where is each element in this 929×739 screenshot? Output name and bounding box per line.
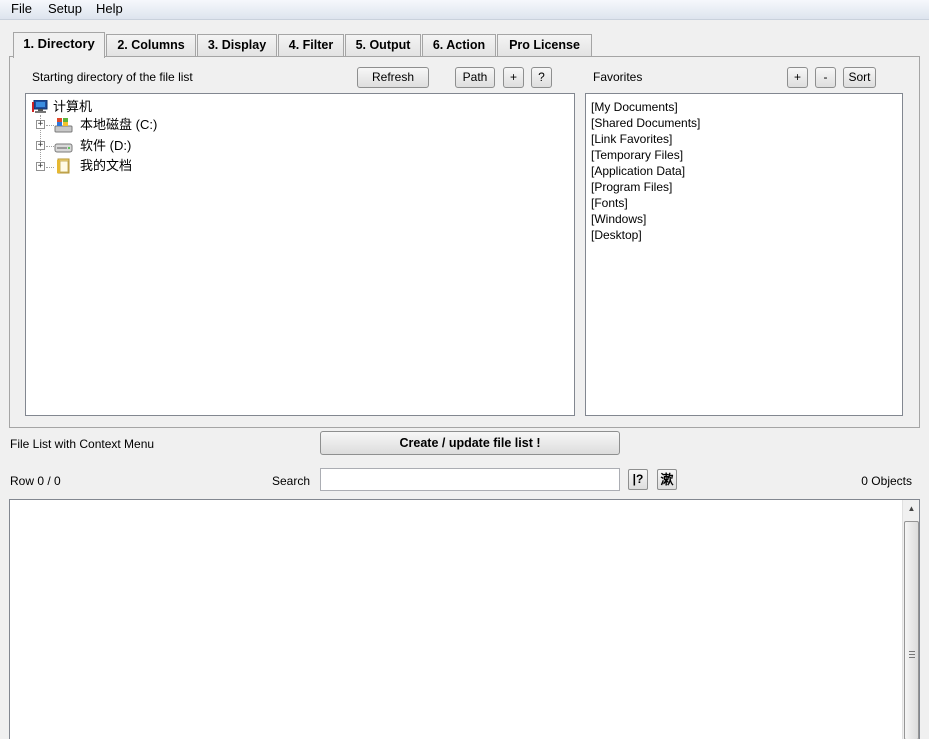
favorite-item[interactable]: [Fonts] (591, 195, 628, 211)
tab-directory[interactable]: 1. Directory (13, 32, 105, 58)
directory-tree[interactable]: 计算机 + 本地磁盘 (C:) + 软件 (D:) + 我的文档 (25, 93, 575, 416)
add-directory-button[interactable]: + (503, 67, 524, 88)
file-list-label: File List with Context Menu (10, 437, 155, 451)
regex-search-button[interactable]: |? (628, 469, 648, 490)
refresh-button[interactable]: Refresh (357, 67, 429, 88)
favorites-label: Favorites (593, 70, 643, 84)
favorite-item[interactable]: [Link Favorites] (591, 131, 672, 147)
directory-help-button[interactable]: ? (531, 67, 552, 88)
create-file-list-button[interactable]: Create / update file list ! (320, 431, 620, 455)
favorite-item[interactable]: [Desktop] (591, 227, 642, 243)
favorite-item[interactable]: [Application Data] (591, 163, 685, 179)
favorite-item[interactable]: [Temporary Files] (591, 147, 683, 163)
documents-folder-icon (57, 158, 70, 174)
tab-pro-license[interactable]: Pro License (497, 34, 592, 57)
favorite-item[interactable]: [Windows] (591, 211, 646, 227)
remove-favorite-button[interactable]: - (815, 67, 836, 88)
favorite-item[interactable]: [My Documents] (591, 99, 678, 115)
search-input[interactable] (320, 468, 620, 491)
tree-item-label: 计算机 (53, 99, 93, 114)
scroll-up-icon[interactable]: ▲ (903, 500, 920, 517)
favorite-item[interactable]: [Program Files] (591, 179, 672, 195)
path-button[interactable]: Path (455, 67, 495, 88)
tree-item-drive-c[interactable]: + 本地磁盘 (C:) (26, 117, 326, 133)
favorites-list[interactable]: [My Documents] [Shared Documents] [Link … (585, 93, 903, 416)
starting-directory-label: Starting directory of the file list (32, 70, 193, 84)
hard-drive-icon (54, 143, 73, 153)
favorite-item[interactable]: [Shared Documents] (591, 115, 700, 131)
menu-setup[interactable]: Setup (46, 1, 84, 16)
cjk-search-button[interactable]: 漱 (657, 469, 677, 490)
tree-item-label: 本地磁盘 (C:) (80, 117, 158, 132)
tab-filter[interactable]: 4. Filter (278, 34, 344, 57)
grip-icon (909, 651, 915, 658)
objects-count: 0 Objects (861, 474, 912, 488)
vertical-scrollbar[interactable]: ▲ (902, 500, 919, 739)
tab-action[interactable]: 6. Action (422, 34, 496, 57)
tree-item-drive-d[interactable]: + 软件 (D:) (26, 137, 326, 153)
add-favorite-button[interactable]: + (787, 67, 808, 88)
menu-help[interactable]: Help (94, 1, 125, 16)
windows-drive-icon (54, 118, 73, 133)
tree-item-label: 我的文档 (80, 158, 133, 173)
search-label: Search (272, 474, 311, 488)
tab-output[interactable]: 5. Output (345, 34, 421, 57)
scroll-thumb[interactable] (904, 521, 919, 739)
tree-expander[interactable]: + (36, 162, 45, 171)
tree-expander[interactable]: + (36, 141, 45, 150)
tree-item-computer[interactable]: 计算机 (32, 99, 232, 115)
tree-item-label: 软件 (D:) (80, 138, 132, 153)
file-list-area[interactable]: ▲ (9, 499, 920, 739)
menu-file[interactable]: File (9, 1, 34, 16)
tab-display[interactable]: 3. Display (197, 34, 277, 57)
row-status: Row 0 / 0 (10, 474, 61, 488)
sort-favorites-button[interactable]: Sort (843, 67, 876, 88)
tab-columns[interactable]: 2. Columns (106, 34, 196, 57)
menu-bar: File Setup Help (0, 0, 929, 20)
tree-item-documents[interactable]: + 我的文档 (26, 158, 326, 174)
tree-expander[interactable]: + (36, 120, 45, 129)
computer-icon (32, 100, 48, 113)
